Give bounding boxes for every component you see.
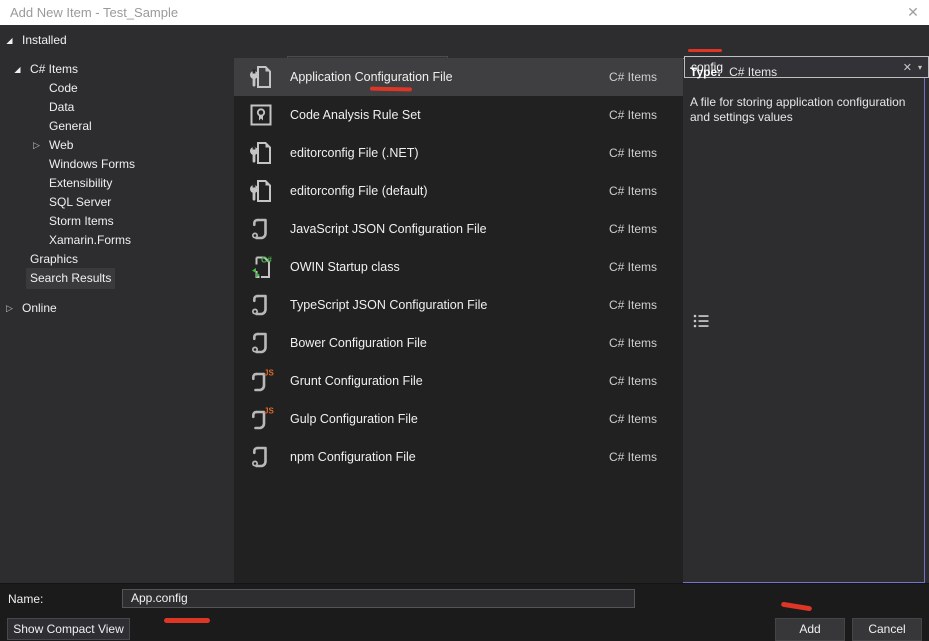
list-item[interactable]: editorconfig File (.NET) C# Items	[234, 134, 683, 172]
item-category: C# Items	[609, 222, 657, 236]
item-label: Grunt Configuration File	[290, 374, 423, 388]
item-category: C# Items	[609, 184, 657, 198]
json-js-icon	[247, 405, 275, 433]
item-category: C# Items	[609, 108, 657, 122]
json-scroll-icon	[247, 443, 275, 471]
list-item[interactable]: Grunt Configuration File C# Items	[234, 362, 683, 400]
tree-item-sql-server[interactable]: SQL Server	[0, 193, 234, 212]
list-item[interactable]: Bower Configuration File C# Items	[234, 324, 683, 362]
item-label: Code Analysis Rule Set	[290, 108, 421, 122]
tree-item-storm-items[interactable]: Storm Items	[0, 212, 234, 231]
template-list: Application Configuration File C# Items …	[234, 58, 683, 583]
wrench-file-icon	[247, 139, 275, 167]
tree-item-online[interactable]: ▷Online	[0, 299, 234, 318]
list-item[interactable]: OWIN Startup class C# Items	[234, 248, 683, 286]
name-label: Name:	[8, 592, 43, 606]
json-scroll-icon	[247, 215, 275, 243]
expand-arrow-icon[interactable]: ◢	[12, 60, 23, 79]
json-js-icon	[247, 367, 275, 395]
tree-label[interactable]: SQL Server	[45, 192, 115, 213]
list-item[interactable]: npm Configuration File C# Items	[234, 438, 683, 476]
collapse-arrow-icon[interactable]: ▷	[31, 136, 42, 155]
item-label: JavaScript JSON Configuration File	[290, 222, 487, 236]
tree-item-web[interactable]: ▷Web	[0, 136, 234, 155]
rule-set-icon	[247, 101, 275, 129]
annotation-search-underline	[688, 49, 722, 52]
close-icon[interactable]: ✕	[904, 3, 922, 21]
tree-label[interactable]: Online	[18, 298, 61, 319]
category-tree: ◢Installed ◢C# Items Code Data General ▷…	[0, 25, 234, 583]
item-category: C# Items	[609, 412, 657, 426]
item-label: OWIN Startup class	[290, 260, 400, 274]
item-label: Bower Configuration File	[290, 336, 427, 350]
json-scroll-icon	[247, 291, 275, 319]
item-category: C# Items	[609, 336, 657, 350]
annotation-configuration-underline	[370, 87, 412, 92]
item-label: npm Configuration File	[290, 450, 416, 464]
tree-item-graphics[interactable]: Graphics	[0, 250, 234, 269]
list-item[interactable]: JavaScript JSON Configuration File C# It…	[234, 210, 683, 248]
tree-item-search-results[interactable]: Search Results	[0, 269, 234, 288]
type-value: C# Items	[729, 65, 777, 79]
item-category: C# Items	[609, 450, 657, 464]
list-item[interactable]: Gulp Configuration File C# Items	[234, 400, 683, 438]
tree-item-xamarin-forms[interactable]: Xamarin.Forms	[0, 231, 234, 250]
item-category: C# Items	[609, 298, 657, 312]
cancel-button[interactable]: Cancel	[852, 618, 922, 641]
expand-arrow-icon[interactable]: ◢	[4, 31, 15, 50]
item-label: editorconfig File (.NET)	[290, 146, 419, 160]
item-label: editorconfig File (default)	[290, 184, 428, 198]
dialog-body: ◢Installed ◢C# Items Code Data General ▷…	[0, 25, 929, 583]
type-label: Type:	[690, 65, 721, 79]
title-bar: Add New Item - Test_Sample ✕	[0, 0, 929, 25]
list-item[interactable]: Code Analysis Rule Set C# Items	[234, 96, 683, 134]
list-item[interactable]: Application Configuration File C# Items	[234, 58, 683, 96]
tree-label[interactable]: Installed	[18, 30, 71, 51]
list-item[interactable]: editorconfig File (default) C# Items	[234, 172, 683, 210]
tree-item-installed[interactable]: ◢Installed	[0, 31, 234, 50]
tree-item-csharp-items[interactable]: ◢C# Items	[0, 60, 234, 79]
item-label: TypeScript JSON Configuration File	[290, 298, 487, 312]
tree-label[interactable]: Graphics	[26, 249, 82, 270]
tree-item-code[interactable]: Code	[0, 79, 234, 98]
tree-label[interactable]: Storm Items	[45, 211, 118, 232]
item-category: C# Items	[609, 146, 657, 160]
tree-label[interactable]: C# Items	[26, 59, 82, 80]
json-scroll-icon	[247, 329, 275, 357]
dialog-footer: Name: App.config Show Compact View Add C…	[0, 583, 929, 641]
tree-label[interactable]: Search Results	[26, 268, 115, 289]
tree-label[interactable]: Code	[45, 78, 82, 99]
item-category: C# Items	[609, 70, 657, 84]
list-view-icon	[693, 314, 709, 328]
tree-label[interactable]: Windows Forms	[45, 154, 139, 175]
tree-label[interactable]: Extensibility	[45, 173, 116, 194]
tree-item-extensibility[interactable]: Extensibility	[0, 174, 234, 193]
annotation-name-underline	[164, 618, 210, 623]
item-category: C# Items	[609, 374, 657, 388]
tree-label[interactable]: Web	[45, 135, 77, 156]
csharp-class-icon	[247, 253, 275, 281]
window-title: Add New Item - Test_Sample	[10, 5, 178, 20]
tree-label[interactable]: Data	[45, 97, 78, 118]
item-label: Gulp Configuration File	[290, 412, 418, 426]
wrench-file-icon	[247, 63, 275, 91]
item-description: A file for storing application configura…	[690, 95, 924, 125]
item-details-panel: Type: C# Items A file for storing applica…	[690, 65, 924, 125]
list-item[interactable]: TypeScript JSON Configuration File C# It…	[234, 286, 683, 324]
tree-item-windows-forms[interactable]: Windows Forms	[0, 155, 234, 174]
tree-item-data[interactable]: Data	[0, 98, 234, 117]
add-button[interactable]: Add	[775, 618, 845, 641]
tree-label[interactable]: General	[45, 116, 96, 137]
item-label: Application Configuration File	[290, 70, 453, 84]
tree-label[interactable]: Xamarin.Forms	[45, 230, 135, 251]
collapse-arrow-icon[interactable]: ▷	[4, 299, 15, 318]
name-input[interactable]: App.config	[122, 589, 635, 608]
show-compact-view-button[interactable]: Show Compact View	[7, 618, 130, 640]
wrench-file-icon	[247, 177, 275, 205]
item-category: C# Items	[609, 260, 657, 274]
tree-item-general[interactable]: General	[0, 117, 234, 136]
